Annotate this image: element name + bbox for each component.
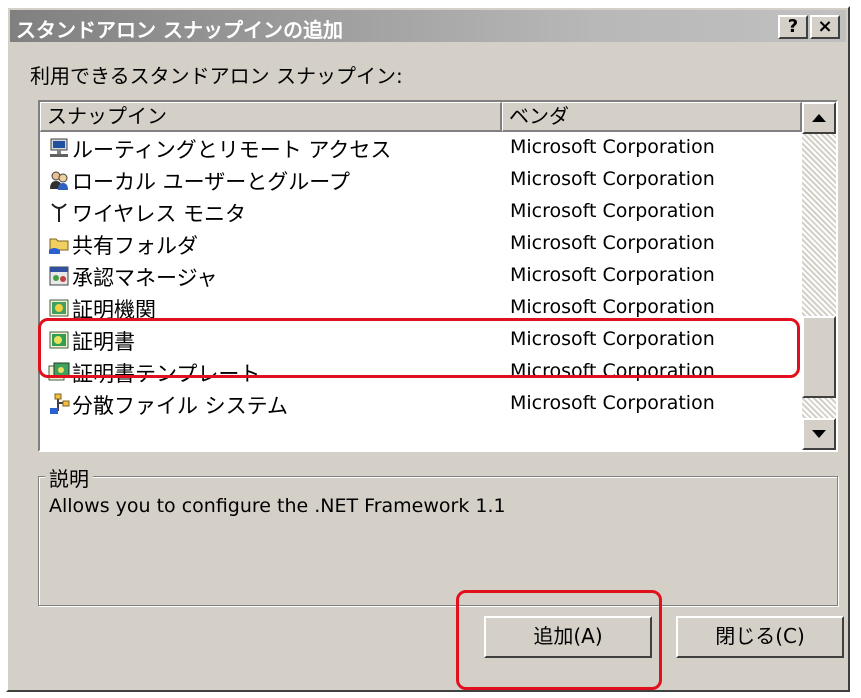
arrow-down-icon xyxy=(812,430,826,438)
scrollbar-thumb[interactable] xyxy=(802,316,836,398)
snapin-name: 承認マネージャ xyxy=(72,266,218,290)
snapin-vendor: Microsoft Corporation xyxy=(510,232,715,254)
list-item[interactable]: ルーティングとリモート アクセス Microsoft Corporation xyxy=(40,132,802,164)
antenna-icon xyxy=(51,203,67,222)
dfs-icon xyxy=(50,393,70,414)
column-header-snapin[interactable]: スナップイン xyxy=(40,102,502,132)
snapin-name: 共有フォルダ xyxy=(72,234,198,258)
snapin-vendor: Microsoft Corporation xyxy=(510,392,715,414)
scroll-down-button[interactable] xyxy=(802,418,836,450)
shared-folder-icon xyxy=(49,238,69,254)
snapin-name: ワイヤレス モニタ xyxy=(72,202,247,226)
snapin-name: ルーティングとリモート アクセス xyxy=(72,138,392,162)
list-item[interactable]: ワイヤレス モニタ Microsoft Corporation xyxy=(40,196,802,228)
snapin-name: 証明書テンプレート xyxy=(72,362,261,386)
list-item[interactable]: 証明機関 Microsoft Corporation xyxy=(40,292,802,324)
snapin-vendor: Microsoft Corporation xyxy=(510,200,715,222)
snapin-vendor: Microsoft Corporation xyxy=(510,360,715,382)
certificate-icon xyxy=(49,331,69,349)
column-header-vendor[interactable]: ベンダ xyxy=(502,102,802,132)
add-standalone-snapin-dialog: スタンドアロン スナップインの追加 ? × 利用できるスタンドアロン スナップイ… xyxy=(6,6,850,692)
list-item[interactable]: 承認マネージャ Microsoft Corporation xyxy=(40,260,802,292)
list-item[interactable]: 証明書 Microsoft Corporation xyxy=(40,324,802,356)
snapin-name: 証明書 xyxy=(72,330,135,354)
arrow-up-icon xyxy=(812,114,826,122)
list-item[interactable]: 共有フォルダ Microsoft Corporation xyxy=(40,228,802,260)
scroll-up-button[interactable] xyxy=(802,102,836,134)
list-item[interactable]: 証明書テンプレート Microsoft Corporation xyxy=(40,356,802,388)
snapin-vendor: Microsoft Corporation xyxy=(510,296,715,318)
snapin-name: ローカル ユーザーとグループ xyxy=(72,170,350,194)
authorization-manager-icon xyxy=(49,266,69,286)
vertical-scrollbar[interactable] xyxy=(802,102,836,450)
snapin-name: 証明機関 xyxy=(72,298,156,322)
description-text: Allows you to configure the .NET Framewo… xyxy=(49,495,506,517)
snapin-vendor: Microsoft Corporation xyxy=(510,328,715,350)
add-button[interactable]: 追加(A) xyxy=(484,616,652,658)
description-legend: 説明 xyxy=(45,463,93,492)
close-button[interactable]: 閉じる(C) xyxy=(676,616,844,658)
close-window-button[interactable]: × xyxy=(810,15,840,39)
snapin-vendor: Microsoft Corporation xyxy=(510,168,715,190)
list-item[interactable]: ローカル ユーザーとグループ Microsoft Corporation xyxy=(40,164,802,196)
snapin-vendor: Microsoft Corporation xyxy=(510,136,715,158)
certificate-templates-icon xyxy=(48,362,70,381)
snapin-list[interactable]: スナップイン ベンダ ルーティングとリモート アクセス Microsoft Co… xyxy=(38,100,838,452)
users-groups-icon xyxy=(50,171,68,190)
available-snapins-label: 利用できるスタンドアロン スナップイン: xyxy=(30,64,403,88)
window-title: スタンドアロン スナップインの追加 xyxy=(16,18,343,42)
title-bar[interactable]: スタンドアロン スナップインの追加 ? × xyxy=(10,10,846,42)
list-item[interactable]: 分散ファイル システム Microsoft Corporation xyxy=(40,388,802,420)
snapin-vendor: Microsoft Corporation xyxy=(510,264,715,286)
help-button[interactable]: ? xyxy=(778,15,808,39)
routing-icon xyxy=(50,138,68,157)
description-group: 説明 Allows you to configure the .NET Fram… xyxy=(38,463,838,606)
certification-authority-icon xyxy=(49,299,69,317)
snapin-name: 分散ファイル システム xyxy=(72,394,289,418)
